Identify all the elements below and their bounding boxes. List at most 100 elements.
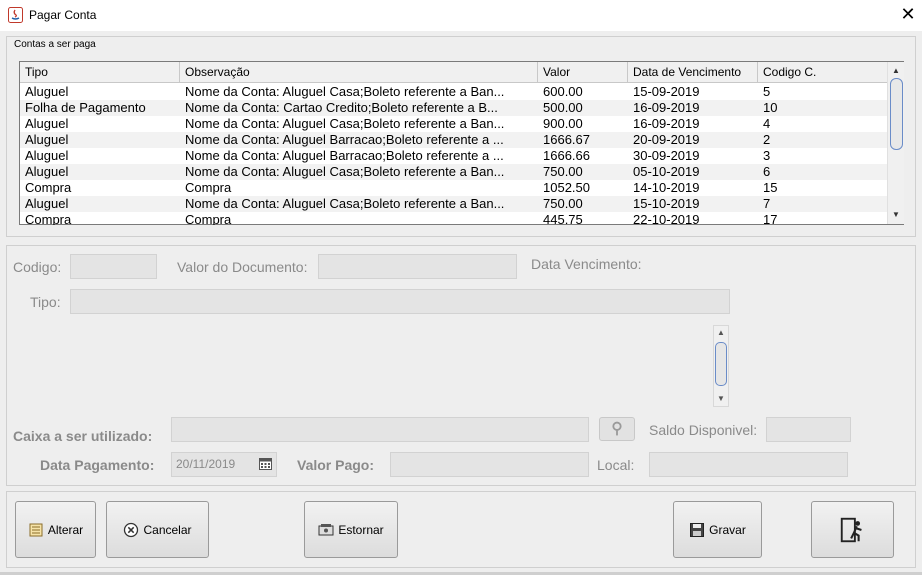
- cell-tipo: Aluguel: [25, 164, 69, 179]
- table-row[interactable]: Aluguel Nome da Conta: Aluguel Barracao;B…: [20, 132, 887, 148]
- cell-codigo: 7: [763, 196, 771, 211]
- refund-icon: [318, 523, 334, 535]
- cell-valor: 1666.66: [543, 148, 590, 163]
- cell-valor: 1052.50: [543, 180, 590, 195]
- save-icon: [690, 522, 705, 537]
- cell-codigo: 17: [763, 212, 778, 225]
- cancelar-button[interactable]: Cancelar: [106, 501, 209, 558]
- gravar-button[interactable]: Gravar: [673, 501, 762, 558]
- cell-tipo: Compra: [25, 212, 72, 225]
- column-header-tipo[interactable]: Tipo: [20, 62, 180, 83]
- form-panel: [6, 245, 916, 486]
- table-row[interactable]: Aluguel Nome da Conta: Aluguel Barracao;B…: [20, 148, 887, 164]
- cell-vencimento: 16-09-2019: [633, 116, 700, 131]
- cell-valor: 600.00: [543, 84, 583, 99]
- cell-vencimento: 20-09-2019: [633, 132, 700, 147]
- cell-observacao: Compra: [185, 180, 232, 195]
- cancel-icon: [124, 522, 139, 537]
- cell-valor: 445.75: [543, 212, 583, 225]
- search-caixa-button[interactable]: [599, 417, 635, 441]
- title-bar: Pagar Conta ✕: [0, 0, 922, 31]
- cell-vencimento: 14-10-2019: [633, 180, 700, 195]
- cell-codigo: 10: [763, 100, 778, 115]
- scroll-down-icon[interactable]: ▼: [888, 208, 904, 222]
- cell-observacao: Nome da Conta: Aluguel Casa;Boleto refer…: [185, 164, 505, 179]
- column-header-observacao[interactable]: Observação: [180, 62, 538, 83]
- estornar-label: Estornar: [338, 522, 384, 537]
- caixa-field[interactable]: [171, 417, 589, 442]
- close-icon[interactable]: ✕: [897, 3, 919, 25]
- cell-tipo: Aluguel: [25, 148, 69, 163]
- alterar-label: Alterar: [47, 522, 84, 537]
- tipo-field[interactable]: [70, 289, 730, 314]
- column-header-valor[interactable]: Valor: [538, 62, 628, 83]
- data-pagamento-label: Data Pagamento:: [40, 457, 155, 473]
- cell-observacao: Nome da Conta: Aluguel Barracao;Boleto r…: [185, 132, 504, 147]
- accounts-table: Tipo Observação Valor Data de Vencimento…: [19, 61, 904, 225]
- table-row[interactable]: Aluguel Nome da Conta: Aluguel Casa;Bolet…: [20, 164, 887, 180]
- cell-tipo: Compra: [25, 180, 72, 195]
- table-row[interactable]: Compra Compra 1052.50 14-10-2019 15: [20, 180, 887, 196]
- column-header-vencimento[interactable]: Data de Vencimento: [628, 62, 758, 83]
- local-field[interactable]: [649, 452, 848, 477]
- java-icon: [8, 7, 23, 23]
- codigo-label: Codigo:: [13, 259, 62, 275]
- edit-list-icon: [29, 523, 43, 536]
- estornar-button[interactable]: Estornar: [304, 501, 398, 558]
- cancelar-label: Cancelar: [143, 522, 192, 537]
- gravar-label: Gravar: [709, 522, 746, 537]
- cell-observacao: Nome da Conta: Aluguel Casa;Boleto refer…: [185, 196, 505, 211]
- cell-vencimento: 16-09-2019: [633, 100, 700, 115]
- codigo-field[interactable]: [70, 254, 157, 279]
- cell-vencimento: 05-10-2019: [633, 164, 700, 179]
- cell-codigo: 6: [763, 164, 771, 179]
- cell-observacao: Nome da Conta: Aluguel Casa;Boleto refer…: [185, 84, 505, 99]
- table-row[interactable]: Folha de Pagamento Nome da Conta: Cartao …: [20, 100, 887, 116]
- table-row[interactable]: Aluguel Nome da Conta: Aluguel Casa;Bolet…: [20, 84, 887, 100]
- cell-vencimento: 22-10-2019: [633, 212, 700, 225]
- cell-observacao: Nome da Conta: Aluguel Casa;Boleto refer…: [185, 116, 505, 131]
- cell-observacao: Nome da Conta: Aluguel Barracao;Boleto r…: [185, 148, 504, 163]
- cell-vencimento: 15-10-2019: [633, 196, 700, 211]
- cell-vencimento: 15-09-2019: [633, 84, 700, 99]
- scroll-up-icon[interactable]: ▲: [888, 64, 904, 78]
- calendar-icon[interactable]: [259, 458, 272, 470]
- cell-codigo: 15: [763, 180, 778, 195]
- exit-button[interactable]: [811, 501, 894, 558]
- cell-vencimento: 30-09-2019: [633, 148, 700, 163]
- cell-observacao: Compra: [185, 212, 232, 225]
- table-body: Aluguel Nome da Conta: Aluguel Casa;Bolet…: [20, 84, 887, 225]
- cell-codigo: 4: [763, 116, 771, 131]
- tipo-label: Tipo:: [30, 294, 61, 310]
- table-row[interactable]: Compra Compra 445.75 22-10-2019 17: [20, 212, 887, 225]
- cell-valor: 500.00: [543, 100, 583, 115]
- column-header-codigo[interactable]: Codigo C.: [758, 62, 887, 83]
- scroll-down-icon[interactable]: ▼: [714, 393, 728, 405]
- cell-observacao: Nome da Conta: Cartao Credito;Boleto ref…: [185, 100, 498, 115]
- saldo-label: Saldo Disponivel:: [649, 422, 758, 438]
- panel-legend: Contas a ser paga: [14, 39, 96, 50]
- cell-tipo: Aluguel: [25, 116, 69, 131]
- table-row[interactable]: Aluguel Nome da Conta: Aluguel Casa;Bolet…: [20, 116, 887, 132]
- valor-pago-field[interactable]: [390, 452, 589, 477]
- valor-documento-field[interactable]: [318, 254, 517, 279]
- cell-codigo: 3: [763, 148, 771, 163]
- cell-tipo: Aluguel: [25, 196, 69, 211]
- cell-valor: 1666.67: [543, 132, 590, 147]
- window-title: Pagar Conta: [29, 8, 97, 22]
- observacao-scrollbar[interactable]: ▲ ▼: [713, 325, 729, 407]
- exit-door-icon: [840, 517, 862, 542]
- cell-codigo: 2: [763, 132, 771, 147]
- data-vencimento-label: Data Vencimento:: [531, 256, 642, 272]
- alterar-button[interactable]: Alterar: [15, 501, 96, 558]
- cell-tipo: Folha de Pagamento: [25, 100, 146, 115]
- saldo-field: [766, 417, 851, 442]
- local-label: Local:: [597, 457, 635, 473]
- table-row[interactable]: Aluguel Nome da Conta: Aluguel Casa;Bolet…: [20, 196, 887, 212]
- table-header: Tipo Observação Valor Data de Vencimento…: [20, 62, 887, 83]
- cell-valor: 750.00: [543, 196, 583, 211]
- scroll-thumb[interactable]: [890, 78, 903, 150]
- table-scrollbar[interactable]: ▲ ▼: [887, 62, 904, 224]
- scroll-up-icon[interactable]: ▲: [714, 327, 728, 339]
- scroll-thumb[interactable]: [715, 342, 727, 386]
